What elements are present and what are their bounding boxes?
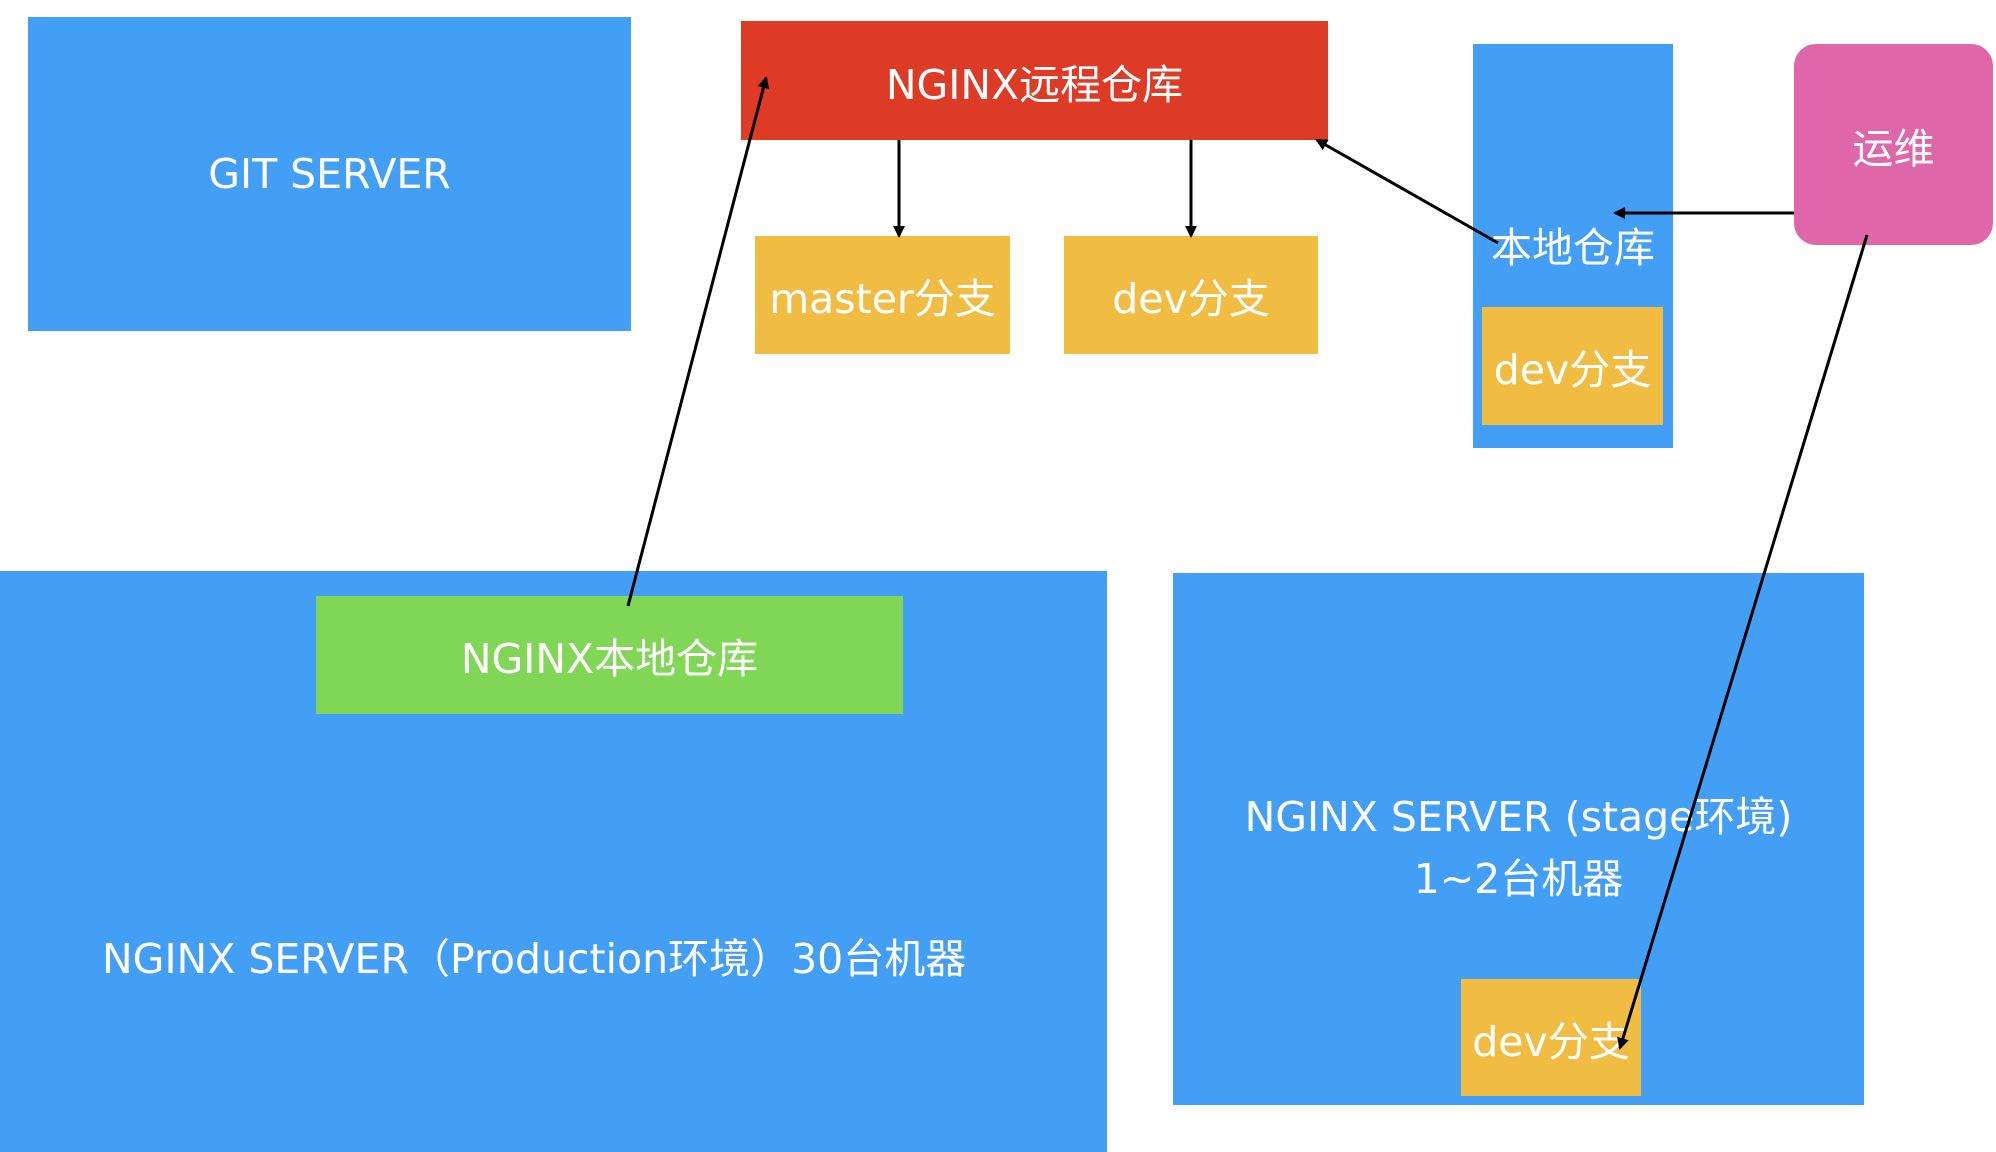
git-server-label: GIT SERVER xyxy=(208,150,451,198)
dev-branch-stage-label: dev分支 xyxy=(1472,1017,1630,1066)
local-repo-label: 本地仓库 xyxy=(1491,224,1655,272)
arrow-nginx-local-to-remote xyxy=(626,76,770,607)
nginx-remote-repo-box: NGINX远程仓库 xyxy=(741,21,1328,140)
ops-box: 运维 xyxy=(1794,44,1993,245)
master-branch-label: master分支 xyxy=(769,275,996,323)
nginx-local-repo-label: NGINX本地仓库 xyxy=(460,635,759,683)
dev-branch-local-label: dev分支 xyxy=(1493,346,1652,394)
nginx-local-repo-box: NGINX本地仓库 xyxy=(316,596,903,714)
dev-branch-stage-box: dev分支 xyxy=(1461,979,1641,1096)
dev-branch-remote-box: dev分支 xyxy=(1064,236,1318,354)
arrow-local-repo-to-remote xyxy=(1315,138,1499,245)
production-server-label: NGINX SERVER（Production环境）30台机器 xyxy=(102,935,967,983)
stage-server-label-line2: 1~2台机器 xyxy=(1413,855,1624,903)
master-branch-box: master分支 xyxy=(755,236,1010,354)
ops-label: 运维 xyxy=(1852,124,1935,173)
dev-branch-remote-label: dev分支 xyxy=(1112,275,1270,323)
dev-branch-local-box: dev分支 xyxy=(1482,307,1663,425)
git-server-box: GIT SERVER xyxy=(28,17,631,331)
stage-server-label-line1: NGINX SERVER (stage环境) xyxy=(1244,793,1793,841)
nginx-remote-repo-label: NGINX远程仓库 xyxy=(885,60,1184,109)
